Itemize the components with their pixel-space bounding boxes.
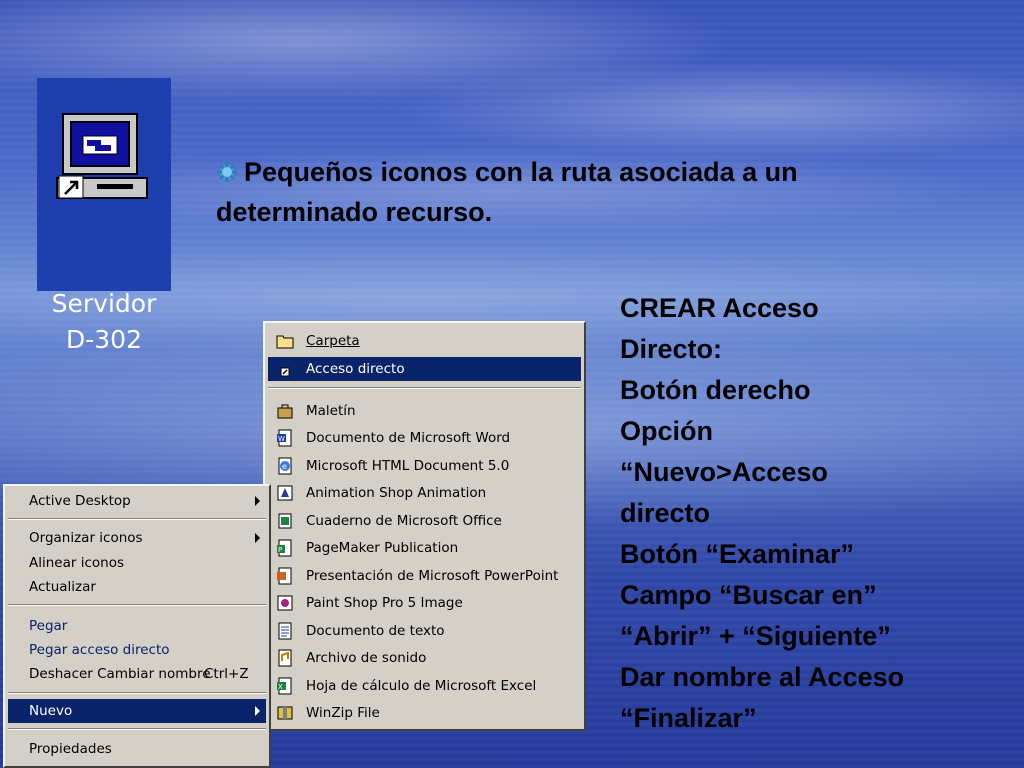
submenu-arrow-icon bbox=[255, 533, 260, 543]
menu-item-label: Deshacer Cambiar nombre bbox=[29, 666, 211, 682]
submenu-arrow-icon bbox=[255, 496, 260, 506]
menu-item-label: Propiedades bbox=[29, 741, 112, 757]
menu-item-label: Maletín bbox=[306, 403, 356, 419]
menu-item-label: Actualizar bbox=[29, 579, 96, 595]
step-line: Dar nombre al Acceso bbox=[620, 662, 905, 692]
menu-item-acceso-directo[interactable]: Acceso directo bbox=[268, 357, 581, 381]
menu-item-powerpoint[interactable]: Presentación de Microsoft PowerPoint bbox=[268, 564, 581, 588]
word-document-icon: W bbox=[277, 429, 292, 447]
slide-headline: Pequeños iconos con la ruta asociada a u… bbox=[216, 152, 936, 232]
menu-item-text-document[interactable]: Documento de texto bbox=[268, 619, 581, 643]
computer-shortcut-icon bbox=[56, 113, 148, 199]
menu-item-nuevo[interactable]: Nuevo bbox=[8, 699, 266, 723]
folder-icon bbox=[276, 335, 294, 349]
step-line: “Nuevo>Acceso bbox=[620, 457, 828, 487]
menu-item-shortcut: Ctrl+Z bbox=[204, 666, 249, 682]
menu-separator bbox=[8, 604, 266, 606]
menu-item-label: Pegar bbox=[29, 618, 68, 634]
menu-item-label: Presentación de Microsoft PowerPoint bbox=[306, 568, 559, 584]
menu-separator bbox=[8, 728, 266, 730]
menu-item-pagemaker[interactable]: P PageMaker Publication bbox=[268, 536, 581, 560]
office-binder-icon bbox=[278, 513, 292, 529]
briefcase-icon bbox=[277, 404, 293, 419]
step-line: directo bbox=[620, 498, 711, 528]
menu-item-label: Carpeta bbox=[306, 333, 360, 349]
menu-item-actualizar[interactable]: Actualizar bbox=[8, 575, 266, 599]
menu-item-label: Documento de Microsoft Word bbox=[306, 430, 511, 446]
menu-item-word[interactable]: W Documento de Microsoft Word bbox=[268, 426, 581, 450]
pagemaker-icon: P bbox=[277, 539, 292, 557]
powerpoint-icon bbox=[277, 567, 292, 585]
menu-item-paint-shop[interactable]: Paint Shop Pro 5 Image bbox=[268, 591, 581, 615]
shortcut-icon bbox=[280, 367, 290, 377]
shortcut-label-line1: Servidor bbox=[51, 289, 157, 318]
menu-item-excel[interactable]: X Hoja de cálculo de Microsoft Excel bbox=[268, 674, 581, 698]
menu-item-html[interactable]: e Microsoft HTML Document 5.0 bbox=[268, 454, 581, 478]
menu-item-animation[interactable]: Animation Shop Animation bbox=[268, 481, 581, 505]
html-document-icon: e bbox=[278, 457, 292, 475]
svg-text:P: P bbox=[278, 546, 282, 554]
menu-item-label: Acceso directo bbox=[306, 361, 405, 377]
svg-text:W: W bbox=[278, 435, 285, 443]
menu-item-pegar-acceso-directo: Pegar acceso directo bbox=[8, 638, 266, 662]
menu-item-pegar: Pegar bbox=[8, 614, 266, 638]
step-line: “Finalizar” bbox=[620, 703, 757, 733]
menu-item-label: Organizar iconos bbox=[29, 530, 143, 546]
menu-item-label: Active Desktop bbox=[29, 493, 131, 509]
menu-item-label: Animation Shop Animation bbox=[306, 485, 487, 501]
menu-item-winzip[interactable]: WinZip File bbox=[268, 701, 581, 725]
menu-item-label: Microsoft HTML Document 5.0 bbox=[306, 458, 510, 474]
menu-item-alinear-iconos[interactable]: Alinear iconos bbox=[8, 551, 266, 575]
menu-item-label: Documento de texto bbox=[306, 623, 445, 639]
excel-icon: X bbox=[277, 677, 292, 695]
step-line: Opción bbox=[620, 416, 713, 446]
desktop-context-menu: Active Desktop Organizar iconos Alinear … bbox=[3, 484, 271, 768]
menu-item-sound-file[interactable]: Archivo de sonido bbox=[268, 646, 581, 670]
menu-item-label: Pegar acceso directo bbox=[29, 642, 170, 658]
submenu-arrow-icon bbox=[255, 706, 260, 716]
winzip-icon bbox=[277, 706, 293, 720]
step-line: CREAR Acceso bbox=[620, 293, 819, 323]
step-line: Directo: bbox=[620, 334, 723, 364]
svg-text:X: X bbox=[278, 683, 283, 691]
step-line: Botón derecho bbox=[620, 375, 811, 405]
menu-item-carpeta[interactable]: Carpeta bbox=[268, 329, 581, 353]
animation-icon bbox=[277, 485, 293, 501]
menu-item-deshacer[interactable]: Deshacer Cambiar nombre Ctrl+Z bbox=[8, 662, 266, 686]
menu-item-propiedades[interactable]: Propiedades bbox=[8, 737, 266, 761]
menu-item-label: Archivo de sonido bbox=[306, 650, 427, 666]
bullet-gear-icon bbox=[217, 162, 237, 182]
new-submenu: Carpeta Acceso directo Maletín W Documen… bbox=[263, 321, 586, 731]
menu-item-label: Cuaderno de Microsoft Office bbox=[306, 513, 502, 529]
menu-item-label: WinZip File bbox=[306, 705, 380, 721]
shortcut-label-line2: D-302 bbox=[66, 325, 142, 354]
steps-list: CREAR Acceso Directo: Botón derecho Opci… bbox=[620, 288, 1020, 739]
menu-separator bbox=[8, 518, 266, 520]
menu-item-label: Nuevo bbox=[29, 703, 73, 719]
text-document-icon bbox=[278, 622, 292, 640]
sound-file-icon bbox=[278, 649, 292, 667]
menu-separator bbox=[268, 387, 581, 389]
menu-item-organizar-iconos[interactable]: Organizar iconos bbox=[8, 526, 266, 550]
step-line: “Abrir” + “Siguiente” bbox=[620, 621, 891, 651]
desktop-shortcut-servidor[interactable]: Servidor D-302 bbox=[37, 78, 171, 354]
paint-shop-icon bbox=[277, 595, 293, 611]
headline-text: Pequeños iconos con la ruta asociada a u… bbox=[216, 157, 798, 227]
menu-item-active-desktop[interactable]: Active Desktop bbox=[8, 489, 266, 513]
menu-item-office-binder[interactable]: Cuaderno de Microsoft Office bbox=[268, 509, 581, 533]
menu-item-label: Alinear iconos bbox=[29, 555, 124, 571]
svg-text:e: e bbox=[282, 462, 287, 471]
menu-item-label: Paint Shop Pro 5 Image bbox=[306, 595, 463, 611]
menu-item-maletin[interactable]: Maletín bbox=[268, 399, 581, 423]
step-line: Campo “Buscar en” bbox=[620, 580, 877, 610]
menu-separator bbox=[8, 692, 266, 694]
menu-item-label: PageMaker Publication bbox=[306, 540, 459, 556]
menu-item-label: Hoja de cálculo de Microsoft Excel bbox=[306, 678, 537, 694]
step-line: Botón “Examinar” bbox=[620, 539, 855, 569]
